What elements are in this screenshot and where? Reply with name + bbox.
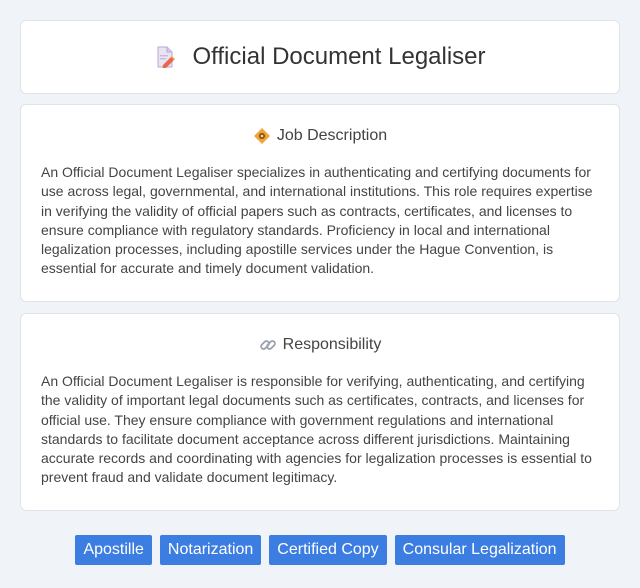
diamond-badge-icon: [253, 127, 271, 145]
tag-list: Apostille Notarization Certified Copy Co…: [0, 535, 640, 565]
responsibility-heading: Responsibility: [41, 336, 599, 354]
link-icon: [259, 336, 277, 354]
job-description-heading: Job Description: [41, 127, 599, 145]
page-title: Official Document Legaliser: [192, 43, 486, 70]
responsibility-text: An Official Document Legaliser is respon…: [41, 373, 592, 486]
document-pencil-icon: [154, 46, 176, 69]
tag-notarization[interactable]: Notarization: [159, 535, 262, 565]
tag-consular-legalization[interactable]: Consular Legalization: [394, 535, 565, 565]
responsibility-card: Responsibility An Official Document Lega…: [20, 313, 620, 511]
job-description-card: Job Description An Official Document Leg…: [20, 104, 620, 302]
header-card: Official Document Legaliser: [20, 20, 620, 94]
tag-apostille[interactable]: Apostille: [75, 535, 152, 565]
job-description-text: An Official Document Legaliser specializ…: [41, 164, 593, 277]
responsibility-title: Responsibility: [282, 336, 382, 353]
job-description-title: Job Description: [276, 127, 388, 144]
tag-certified-copy[interactable]: Certified Copy: [269, 535, 387, 565]
